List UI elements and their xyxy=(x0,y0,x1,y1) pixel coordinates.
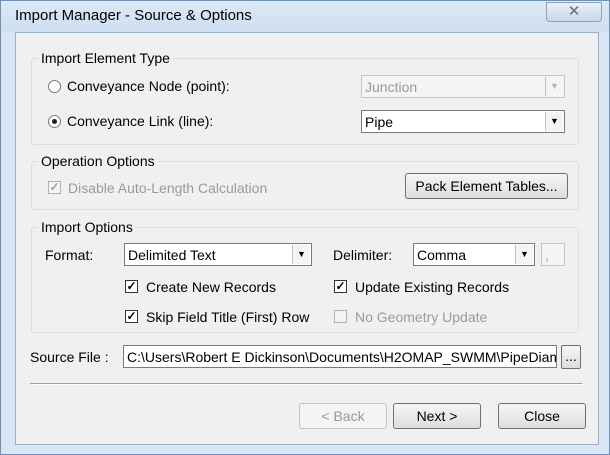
close-icon: ✕ xyxy=(567,3,581,20)
conveyance-link-combo-value: Pipe xyxy=(365,114,394,130)
dialog-client-area: Import Element Type Conveyance Node (poi… xyxy=(15,32,599,445)
pack-element-tables-button[interactable]: Pack Element Tables... xyxy=(405,173,568,199)
browse-button[interactable]: ... xyxy=(561,345,581,369)
skip-field-title-label: Skip Field Title (First) Row xyxy=(146,309,310,325)
conveyance-node-combo-value: Junction xyxy=(365,79,418,95)
chevron-down-icon[interactable]: ▼ xyxy=(515,245,533,264)
conveyance-node-radio[interactable] xyxy=(48,80,61,93)
conveyance-link-radio[interactable] xyxy=(48,115,61,128)
operation-options-title: Operation Options xyxy=(38,153,158,169)
window-bottom-border xyxy=(1,445,609,454)
window-close-button[interactable]: ✕ xyxy=(546,2,602,22)
title-bar: Import Manager - Source & Options ✕ xyxy=(1,1,609,32)
update-existing-records-label: Update Existing Records xyxy=(355,279,510,295)
import-options-title: Import Options xyxy=(38,219,136,235)
import-options-group: Import Options Format: Delimited Text ▼ … xyxy=(31,219,579,333)
custom-delimiter-field: , xyxy=(541,243,565,266)
create-new-records-label: Create New Records xyxy=(146,279,276,295)
format-label: Format: xyxy=(45,247,94,263)
no-geometry-update-label: No Geometry Update xyxy=(355,309,488,325)
disable-auto-length-checkbox: ✓ xyxy=(48,181,61,194)
conveyance-link-label: Conveyance Link (line): xyxy=(67,113,214,129)
chevron-down-icon[interactable]: ▼ xyxy=(292,245,310,264)
next-button[interactable]: Next > xyxy=(393,403,481,429)
back-button: < Back xyxy=(299,403,387,429)
check-icon: ✓ xyxy=(126,279,137,293)
check-icon: ✓ xyxy=(49,180,60,194)
custom-delimiter-value: , xyxy=(545,247,549,263)
delimiter-combo[interactable]: Comma ▼ xyxy=(413,243,535,266)
chevron-down-icon[interactable]: ▼ xyxy=(545,112,563,131)
source-file-input[interactable]: C:\Users\Robert E Dickinson\Documents\H2… xyxy=(123,345,557,368)
chevron-down-icon: ▼ xyxy=(545,77,563,96)
footer-separator xyxy=(30,383,582,385)
window-title: Import Manager - Source & Options xyxy=(15,7,252,24)
no-geometry-update-checkbox xyxy=(334,310,347,323)
delimiter-combo-value: Comma xyxy=(417,247,467,263)
conveyance-link-combo[interactable]: Pipe ▼ xyxy=(361,110,565,133)
check-icon: ✓ xyxy=(335,279,346,293)
delimiter-label: Delimiter: xyxy=(333,247,393,263)
update-existing-records-checkbox[interactable]: ✓ xyxy=(334,280,347,293)
format-combo-value: Delimited Text xyxy=(128,247,216,263)
source-file-value: C:\Users\Robert E Dickinson\Documents\H2… xyxy=(127,349,557,365)
check-icon: ✓ xyxy=(126,309,137,323)
source-file-label: Source File : xyxy=(30,349,109,365)
operation-options-group: Operation Options ✓ Disable Auto-Length … xyxy=(31,153,579,210)
skip-field-title-checkbox[interactable]: ✓ xyxy=(125,310,138,323)
conveyance-node-combo: Junction ▼ xyxy=(361,75,565,98)
close-button[interactable]: Close xyxy=(498,403,586,429)
format-combo[interactable]: Delimited Text ▼ xyxy=(124,243,312,266)
disable-auto-length-label: Disable Auto-Length Calculation xyxy=(68,180,268,196)
import-element-type-title: Import Element Type xyxy=(38,50,173,66)
import-manager-dialog: Import Manager - Source & Options ✕ Impo… xyxy=(0,0,610,455)
create-new-records-checkbox[interactable]: ✓ xyxy=(125,280,138,293)
conveyance-node-label: Conveyance Node (point): xyxy=(67,78,230,94)
import-element-type-group: Import Element Type Conveyance Node (poi… xyxy=(31,50,579,145)
